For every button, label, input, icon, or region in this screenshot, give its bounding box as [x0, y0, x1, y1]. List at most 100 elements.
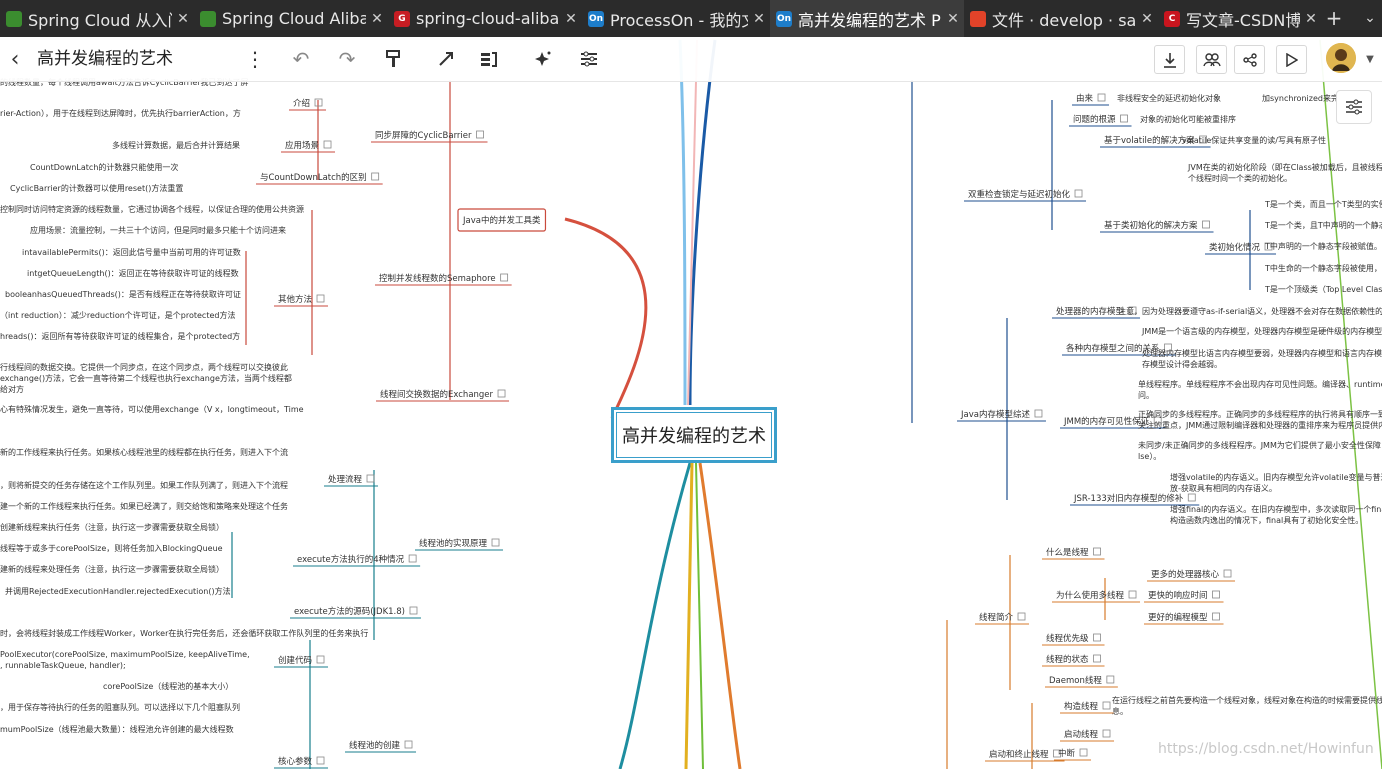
- mindmap-node[interactable]: 应用场景: [281, 140, 336, 153]
- mindmap-detail-text[interactable]: 存模型设计得会越弱。: [1142, 359, 1222, 369]
- user-avatar[interactable]: [1326, 43, 1356, 73]
- browser-tab[interactable]: Spring Cloud 从入门 ✕: [0, 0, 194, 37]
- mindmap-node[interactable]: 启动线程: [1060, 729, 1115, 742]
- mindmap-detail-text[interactable]: ，则将新提交的任务存储在这个工作队列里。如果工作队列满了，则进入下个流程: [0, 480, 288, 490]
- structure-icon[interactable]: [576, 37, 602, 81]
- mindmap-detail-text[interactable]: CyclicBarrier的计数器可以使用reset()方法重置: [10, 183, 183, 193]
- mindmap-detail-text[interactable]: JMM是一个语言级的内存模型，处理器内存模型是硬件级的内存模型: [1141, 326, 1382, 336]
- mindmap-node[interactable]: 线程池的创建: [345, 740, 417, 753]
- mindmap-detail-text[interactable]: 加synchronized来完成: [1262, 93, 1347, 103]
- mindmap-node[interactable]: 启动和终止线程: [985, 749, 1065, 762]
- mindmap-detail-text[interactable]: 个线程时间一个类的初始化。: [1188, 173, 1292, 183]
- mindmap-detail-text[interactable]: ，用于保存等待执行的任务的阻塞队列。可以选择以下几个阻塞队列: [0, 702, 240, 712]
- mindmap-detail-text[interactable]: （int reduction）：减少reduction个许可证，是个protec…: [0, 310, 235, 320]
- browser-tab[interactable]: C 写文章-CSDN博客✕: [1158, 0, 1322, 37]
- mindmap-node[interactable]: 更多的处理器核心: [1147, 569, 1236, 582]
- redo-icon[interactable]: ↷: [334, 37, 360, 81]
- mindmap-detail-text[interactable]: 正确同步的多线程程序。正确同步的多线程程序的执行将具有顺序一致: [1138, 409, 1382, 419]
- tab-close-icon[interactable]: ✕: [366, 11, 388, 27]
- browser-tab[interactable]: On ProcessOn - 我的文 ✕: [582, 0, 770, 37]
- mindmap-detail-text[interactable]: 增强volatile的内存语义。旧内存模型允许volatile变量与普通: [1170, 472, 1382, 482]
- mindmap-node[interactable]: 核心参数: [274, 756, 329, 769]
- document-title[interactable]: 高并发编程的艺术: [37, 37, 173, 81]
- browser-tab[interactable]: 文件 · develop · sa ✕: [964, 0, 1158, 37]
- mindmap-detail-text[interactable]: booleanhasQueuedThreads()：是否有线程正在等待获取许可证: [5, 289, 241, 299]
- share-icon[interactable]: [1234, 45, 1265, 74]
- tab-close-icon[interactable]: ✕: [942, 11, 964, 27]
- mindmap-node[interactable]: 其他方法: [274, 294, 329, 307]
- mindmap-node[interactable]: 为什么使用多线程: [1052, 590, 1141, 603]
- mindmap-detail-text[interactable]: volatile保证共享变量的读/写具有原子性: [1182, 135, 1326, 145]
- mindmap-node[interactable]: 构造线程: [1060, 701, 1115, 714]
- mindmap-node[interactable]: 基于类初始化的解决方案: [1100, 220, 1214, 233]
- mindmap-node[interactable]: 处理流程: [324, 474, 379, 487]
- mindmap-detail-text[interactable]: exchange()方法，它会一直等待第二个线程也执行exchange方法，当两…: [0, 373, 292, 383]
- mindmap-node[interactable]: 由来: [1072, 93, 1110, 106]
- mindmap-detail-text[interactable]: 应用场景：流量控制，一共三十个访问，但是同时最多只能十个访问进来: [30, 225, 286, 235]
- new-tab-button[interactable]: +: [1322, 0, 1346, 37]
- mindmap-node[interactable]: Java中的并发工具类: [457, 208, 547, 232]
- mindmap-detail-text[interactable]: 线程等于或多于corePoolSize，则将任务加入BlockingQueue: [0, 543, 223, 553]
- more-vertical-icon[interactable]: ⋮: [245, 37, 265, 81]
- mindmap-node[interactable]: 线程优先级: [1042, 633, 1105, 646]
- mindmap-node[interactable]: 中断: [1054, 748, 1092, 761]
- mindmap-node[interactable]: 与CountDownLatch的区别: [256, 172, 383, 185]
- browser-tab[interactable]: On 高并发编程的艺术 P ✕: [770, 0, 964, 37]
- back-arrow-icon[interactable]: ‹: [2, 37, 28, 81]
- mindmap-detail-text[interactable]: mumPoolSize（线程池最大数量）：线程池允许创建的最大线程数: [0, 724, 234, 734]
- mindmap-detail-text[interactable]: 建新的线程来处理任务（注意，执行这一步骤需要获取全局锁）: [0, 564, 224, 574]
- mindmap-detail-text[interactable]: CountDownLatch的计数器只能使用一次: [30, 162, 178, 172]
- mindmap-detail-text[interactable]: 息。: [1112, 706, 1128, 716]
- style-settings-icon[interactable]: [1336, 90, 1372, 124]
- mindmap-node[interactable]: 线程简介: [975, 612, 1030, 625]
- mindmap-detail-text[interactable]: , runnableTaskQueue, handler);: [0, 661, 126, 670]
- browser-tab[interactable]: Spring Cloud Aliba ✕: [194, 0, 388, 37]
- mindmap-node[interactable]: 线程的状态: [1042, 654, 1105, 667]
- fullscreen-icon[interactable]: [1300, 42, 1314, 72]
- download-icon[interactable]: [1154, 45, 1185, 74]
- tab-close-icon[interactable]: ✕: [172, 11, 194, 27]
- mindmap-detail-text[interactable]: 在运行线程之前首先要构造一个线程对象，线程对象在构造的时候需要提供线: [1112, 695, 1382, 705]
- tab-close-icon[interactable]: ✕: [560, 11, 582, 27]
- mindmap-detail-text[interactable]: T是一个类，且T中声明的一个静态: [1264, 220, 1382, 230]
- mindmap-detail-text[interactable]: 创建新线程来执行任务（注意，执行这一步骤需要获取全局锁）: [0, 522, 224, 532]
- mindmap-detail-text[interactable]: JVM在类的初始化阶段（即在Class被加载后，且被线程使用: [1187, 162, 1382, 172]
- mindmap-node[interactable]: 线程池的实现原理: [415, 538, 504, 551]
- mindmap-detail-text[interactable]: intavailablePermits()：返回此信号量中当前可用的许可证数: [22, 247, 241, 257]
- mindmap-detail-text[interactable]: 给对方: [0, 384, 24, 394]
- mindmap-detail-text[interactable]: T是一个类，而且一个T类型的实例: [1264, 199, 1382, 209]
- mindmap-detail-text[interactable]: 时，会将线程封装成工作线程Worker，Worker在执行完任务后，还会循环获取…: [0, 628, 368, 638]
- mindmap-detail-text[interactable]: 并调用RejectedExecutionHandler.rejectedExec…: [5, 586, 231, 596]
- browser-tab[interactable]: Gspring-cloud-aliba ✕: [388, 0, 582, 37]
- mindmap-node[interactable]: 介绍: [289, 98, 327, 111]
- mindmap-detail-text[interactable]: rier-Action），用于在线程到达屏障时，优先执行barrierActio…: [0, 108, 241, 118]
- mindmap-detail-text[interactable]: 建一个新的工作线程来执行任务。如果已经满了，则交给饱和策略来处理这个任务: [0, 501, 288, 511]
- tab-close-icon[interactable]: ✕: [1136, 11, 1158, 27]
- mindmap-node[interactable]: execute方法执行的4种情况: [293, 554, 421, 567]
- mindmap-detail-text[interactable]: hreads()：返回所有等待获取许可证的线程集合，是个protected方: [0, 331, 240, 341]
- tab-close-icon[interactable]: ✕: [748, 11, 770, 27]
- connector-line-icon[interactable]: [433, 37, 459, 81]
- mindmap-detail-text[interactable]: corePoolSize（线程池的基本大小）: [103, 681, 233, 691]
- mindmap-detail-text[interactable]: 构造函数内逸出的情况下，final具有了初始化安全性。: [1170, 515, 1363, 525]
- mindmap-detail-text[interactable]: 控制同时访问特定资源的线程数量，它通过协调各个线程，以保证合理的使用公共资源: [0, 204, 304, 214]
- magic-star-icon[interactable]: [530, 37, 556, 81]
- mindmap-detail-text[interactable]: 关注的重点，JMM通过限制编译器和处理器的重排序来为程序员提供内: [1138, 420, 1382, 430]
- mindmap-detail-text[interactable]: PoolExecutor(corePoolSize, maximumPoolSi…: [0, 650, 250, 659]
- summary-icon[interactable]: [476, 37, 502, 81]
- mindmap-detail-text[interactable]: intgetQueueLength()：返回正在等待获取许可证的线程数: [27, 268, 239, 278]
- mindmap-detail-text[interactable]: 对象的初始化可能被重排序: [1140, 114, 1236, 124]
- mindmap-node[interactable]: 什么是线程: [1042, 547, 1105, 560]
- mindmap-detail-text[interactable]: 心有特殊情况发生，避免一直等待，可以使用exchange（V x，longtim…: [0, 404, 304, 414]
- mindmap-node[interactable]: 同步屏障的CyclicBarrier: [371, 130, 488, 143]
- mindmap-node[interactable]: 控制并发线程数的Semaphore: [375, 273, 512, 286]
- mindmap-node[interactable]: 双重检查锁定与延迟初始化: [964, 189, 1087, 202]
- mindmap-detail-text[interactable]: 单线程程序。单线程程序不会出现内存可见性问题。编译器、runtime和: [1138, 379, 1382, 389]
- mindmap-detail-text[interactable]: 放-获取具有相同的内存语义。: [1170, 483, 1277, 493]
- mindmap-detail-text[interactable]: 问。: [1138, 391, 1154, 400]
- mindmap-node[interactable]: 创建代码: [274, 655, 329, 668]
- mindmap-node[interactable]: 线程间交换数据的Exchanger: [376, 389, 510, 402]
- mindmap-detail-text[interactable]: 处理器内存模型比语言内存模型要弱，处理器内存模型和语言内存模型: [1142, 348, 1382, 358]
- mindmap-detail-text[interactable]: 新的工作线程来执行任务。如果核心线程池里的线程都在执行任务，则进入下个流: [0, 447, 288, 457]
- mindmap-node[interactable]: Java内存模型综述: [957, 409, 1046, 422]
